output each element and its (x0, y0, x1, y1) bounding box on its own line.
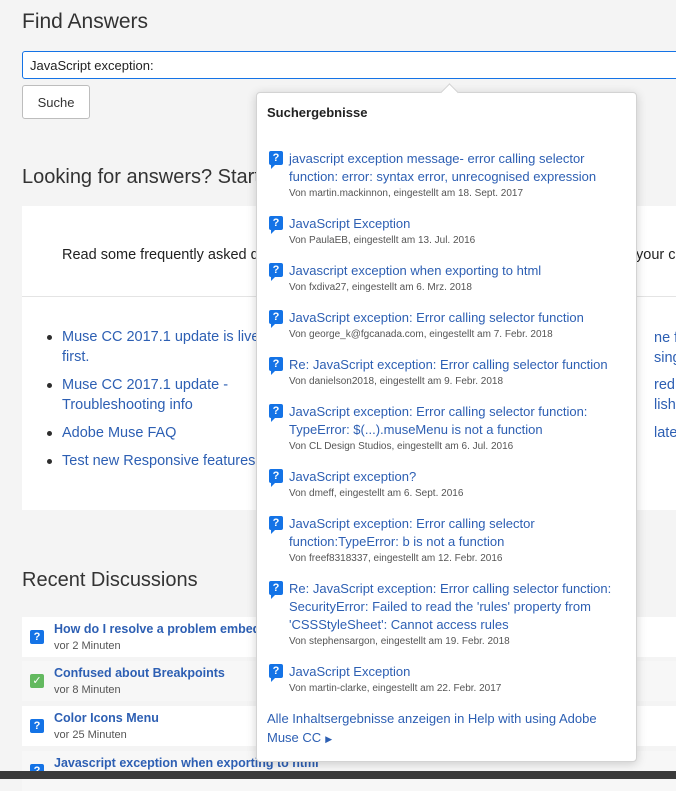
question-icon: ? (30, 719, 44, 733)
discussion-time: vor 25 Minuten (54, 729, 127, 741)
faq-link[interactable]: Muse CC 2017.1 update is live. F first. (62, 329, 276, 365)
faq-intro-text: Read some frequently asked q (62, 247, 259, 263)
result-meta: Von george_k@fgcanada.com, eingestellt a… (289, 329, 553, 340)
question-icon: ? (269, 404, 283, 422)
view-all-results-label[interactable]: Alle Inhaltsergebnisse anzeigen in Help … (267, 711, 597, 745)
discussion-title[interactable]: Color Icons Menu (54, 711, 159, 725)
view-all-results-link[interactable]: Alle Inhaltsergebnisse anzeigen in Help … (267, 709, 627, 749)
result-meta: Von fxdiva27, eingestellt am 6. Mrz. 201… (289, 282, 472, 293)
faq-link-fragment[interactable]: red Ur (654, 375, 676, 395)
answered-check-icon: ✓ (30, 674, 44, 688)
bottom-edge-bar (0, 771, 676, 779)
search-result[interactable]: ? Re: JavaScript exception: Error callin… (267, 580, 612, 649)
result-title[interactable]: JavaScript exception? (289, 468, 612, 486)
result-meta: Von freef8318337, eingestellt am 12. Feb… (289, 553, 503, 564)
search-result[interactable]: ? JavaScript exception: Error calling se… (267, 309, 612, 342)
faq-link-fragment[interactable]: sing o (654, 348, 676, 368)
result-title[interactable]: JavaScript Exception (289, 215, 612, 233)
faq-link[interactable]: Test new Responsive features (62, 453, 255, 469)
result-meta: Von martin-clarke, eingestellt am 22. Fe… (289, 683, 502, 694)
faq-link[interactable]: Adobe Muse FAQ (62, 425, 176, 441)
result-title[interactable]: Re: JavaScript exception: Error calling … (289, 580, 612, 634)
question-icon: ? (269, 263, 283, 281)
question-icon: ? (269, 151, 283, 169)
question-icon: ? (269, 664, 283, 682)
question-icon: ? (269, 469, 283, 487)
result-meta: Von PaulaEB, eingestellt am 13. Jul. 201… (289, 235, 476, 246)
result-meta: Von danielson2018, eingestellt am 9. Feb… (289, 376, 504, 387)
search-result[interactable]: ? JavaScript Exception Von PaulaEB, eing… (267, 215, 612, 248)
search-result[interactable]: ? Javascript exception when exporting to… (267, 262, 612, 295)
result-title[interactable]: javascript exception message- error call… (289, 150, 612, 186)
question-icon: ? (269, 357, 283, 375)
faq-heading: Looking for answers? Start w (22, 166, 262, 188)
question-icon: ? (269, 216, 283, 234)
result-title[interactable]: Javascript exception when exporting to h… (289, 262, 612, 280)
result-title[interactable]: Re: JavaScript exception: Error calling … (289, 356, 612, 374)
result-title[interactable]: JavaScript exception: Error calling sele… (289, 515, 612, 551)
faq-link-fragment[interactable]: lishing (654, 395, 676, 415)
discussion-time: vor 8 Minuten (54, 684, 121, 696)
discussion-title[interactable]: Confused about Breakpoints (54, 666, 225, 680)
search-button[interactable]: Suche (22, 85, 90, 119)
faq-link[interactable]: Muse CC 2017.1 update - Troubleshooting … (62, 377, 228, 413)
discussion-title[interactable]: How do I resolve a problem embeddi (54, 622, 271, 636)
result-title[interactable]: JavaScript exception: Error calling sele… (289, 309, 612, 327)
search-result[interactable]: ? JavaScript exception: Error calling se… (267, 403, 612, 454)
question-icon: ? (269, 516, 283, 534)
search-result[interactable]: ? JavaScript exception? Von dmeff, einge… (267, 468, 612, 501)
result-meta: Von stephensargon, eingestellt am 19. Fe… (289, 636, 510, 647)
search-result[interactable]: ? JavaScript exception: Error calling se… (267, 515, 612, 566)
discussion-time: vor 2 Minuten (54, 640, 121, 652)
result-meta: Von CL Design Studios, eingestellt am 6.… (289, 441, 514, 452)
search-input[interactable] (22, 51, 676, 79)
search-result[interactable]: ? Re: JavaScript exception: Error callin… (267, 356, 612, 389)
faq-link-fragment[interactable]: ne files (654, 328, 676, 348)
question-icon: ? (269, 581, 283, 599)
question-icon: ? (269, 310, 283, 328)
recent-discussions-heading: Recent Discussions (22, 569, 198, 591)
result-title[interactable]: JavaScript Exception (289, 663, 612, 681)
search-results-popup: Suchergebnisse ? javascript exception me… (256, 83, 637, 762)
popup-title: Suchergebnisse (267, 105, 368, 120)
faq-intro-text-right: your c (636, 247, 676, 263)
faq-link-fragment[interactable]: lated F (654, 423, 676, 443)
question-icon: ? (30, 630, 44, 644)
page-title: Find Answers (22, 10, 149, 33)
popup-pointer (440, 83, 459, 102)
search-result[interactable]: ? javascript exception message- error ca… (267, 150, 612, 201)
result-meta: Von dmeff, eingestellt am 6. Sept. 2016 (289, 488, 464, 499)
search-result[interactable]: ? JavaScript Exception Von martin-clarke… (267, 663, 612, 696)
result-title[interactable]: JavaScript exception: Error calling sele… (289, 403, 612, 439)
result-meta: Von martin.mackinnon, eingestellt am 18.… (289, 188, 524, 199)
chevron-right-icon: ▶ (325, 734, 333, 744)
